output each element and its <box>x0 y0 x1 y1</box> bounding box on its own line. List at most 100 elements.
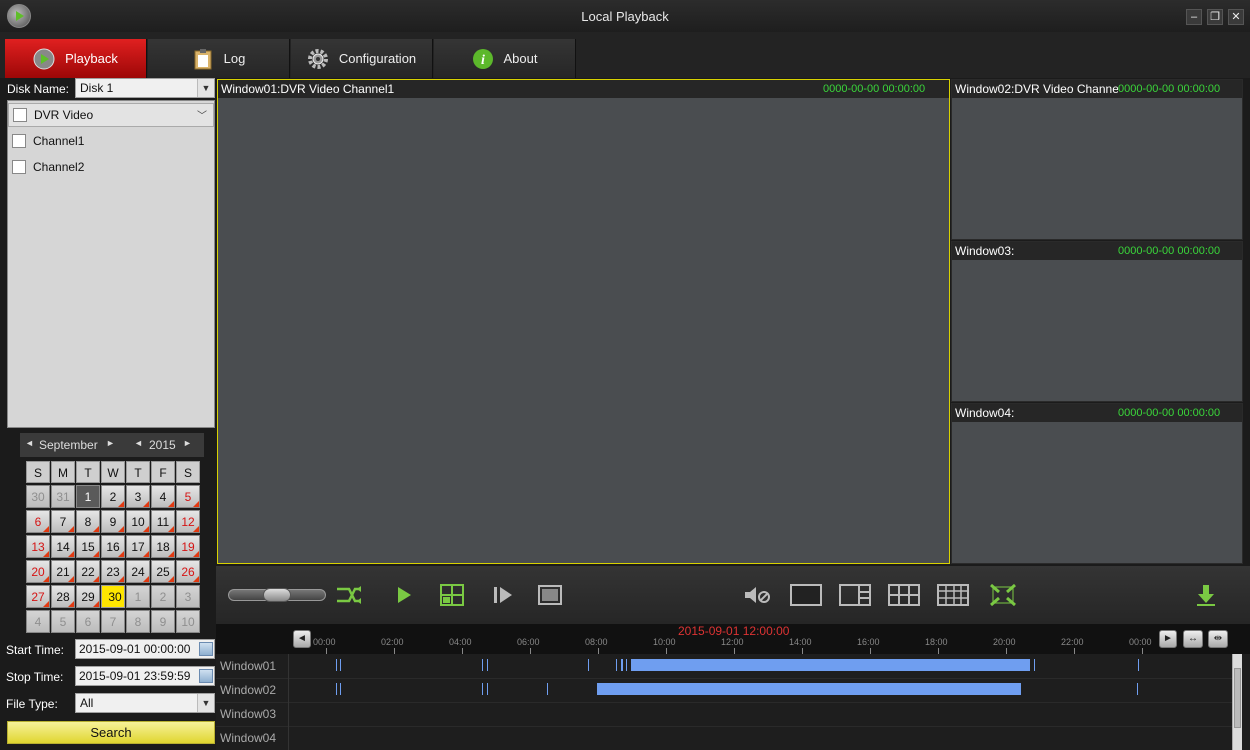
group-checkbox[interactable] <box>13 108 27 122</box>
timeline-row[interactable]: Window01 <box>216 654 1232 679</box>
recording-segment[interactable] <box>1121 683 1122 695</box>
mute-icon[interactable] <box>743 584 771 606</box>
layout-3-icon[interactable] <box>839 584 871 606</box>
recording-segment[interactable] <box>1107 659 1108 671</box>
calendar-day[interactable]: 22 <box>76 560 100 583</box>
recording-segment[interactable] <box>593 659 594 671</box>
recording-segment[interactable] <box>597 683 1022 695</box>
calendar-day[interactable]: 20 <box>26 560 50 583</box>
tree-item-channel1[interactable]: Channel1 <box>8 129 214 153</box>
recording-segment[interactable] <box>404 659 405 671</box>
recording-segment[interactable] <box>482 683 484 695</box>
calendar-day[interactable]: 17 <box>126 535 150 558</box>
calendar-day[interactable]: 19 <box>176 535 200 558</box>
calendar-day[interactable]: 2 <box>101 485 125 508</box>
calendar-day[interactable]: 14 <box>51 535 75 558</box>
recording-segment[interactable] <box>487 659 489 671</box>
calendar-day[interactable]: 21 <box>51 560 75 583</box>
disk-select[interactable]: Disk 1 ▼ <box>75 78 215 98</box>
timeline-axis[interactable]: ◄ 2015-09-01 12:00:00 00:00 02:00 04:00 06:… <box>216 624 1250 654</box>
stop-time-input[interactable]: 2015-09-01 23:59:59 <box>75 666 215 686</box>
minimize-button[interactable]: – <box>1186 9 1202 25</box>
prev-month-button[interactable]: ◄ <box>25 438 34 448</box>
recording-segment[interactable] <box>437 659 438 671</box>
recording-segment[interactable] <box>1137 683 1139 695</box>
tab-playback[interactable]: Playback <box>5 39 147 78</box>
recording-segment[interactable] <box>547 683 549 695</box>
calendar-day[interactable]: 3 <box>126 485 150 508</box>
layout-1-icon[interactable] <box>790 584 822 606</box>
calendar-day[interactable]: 5 <box>176 485 200 508</box>
calendar-day[interactable]: 16 <box>101 535 125 558</box>
tab-log[interactable]: Log <box>148 39 290 78</box>
recording-segment[interactable] <box>598 659 599 671</box>
calendar-day[interactable]: 8 <box>126 610 150 633</box>
recording-segment[interactable] <box>1051 683 1052 695</box>
recording-segment[interactable] <box>1113 659 1114 671</box>
recording-segment[interactable] <box>1064 683 1065 695</box>
recording-segment[interactable] <box>505 659 506 671</box>
start-time-input[interactable]: 2015-09-01 00:00:00 <box>75 639 215 659</box>
recording-segment[interactable] <box>588 659 590 671</box>
zoom-out-icon[interactable]: ↔ <box>1183 630 1203 648</box>
video-window-03[interactable]: Window03: 0000-00-00 00:00:00 <box>951 241 1243 402</box>
close-button[interactable]: ✕ <box>1228 9 1244 25</box>
recording-segment[interactable] <box>1099 659 1100 671</box>
calendar-day[interactable]: 24 <box>126 560 150 583</box>
timeline-row[interactable]: Window04 <box>216 726 1232 750</box>
video-window-01[interactable]: Window01:DVR Video Channel1 0000-00-00 0… <box>217 79 950 564</box>
tree-group-dvr-video[interactable]: DVR Video ﹀ <box>8 103 214 127</box>
recording-segment[interactable] <box>487 683 489 695</box>
file-type-select[interactable]: All ▼ <box>75 693 215 713</box>
calendar-day[interactable]: 30 <box>26 485 50 508</box>
calendar-day[interactable]: 6 <box>76 610 100 633</box>
recording-segment[interactable] <box>422 683 423 695</box>
recording-segment[interactable] <box>1138 659 1140 671</box>
calendar-day[interactable]: 12 <box>176 510 200 533</box>
calendar-day[interactable]: 10 <box>176 610 200 633</box>
tab-about[interactable]: i About <box>434 39 576 78</box>
recording-segment[interactable] <box>1034 659 1036 671</box>
download-icon[interactable] <box>1196 584 1216 606</box>
calendar-day[interactable]: 15 <box>76 535 100 558</box>
calendar-day[interactable]: 29 <box>76 585 100 608</box>
recording-segment[interactable] <box>616 659 618 671</box>
speed-slider[interactable] <box>228 588 326 602</box>
scrollbar-thumb[interactable] <box>1234 668 1241 728</box>
calendar-day[interactable]: 3 <box>176 585 200 608</box>
recording-segment[interactable] <box>521 659 522 671</box>
recording-segment[interactable] <box>1127 659 1128 671</box>
search-button[interactable]: Search <box>7 721 215 744</box>
recording-segment[interactable] <box>336 659 338 671</box>
chevron-down-icon[interactable]: ﹀ <box>197 107 207 122</box>
channel2-checkbox[interactable] <box>12 160 26 174</box>
calendar-day[interactable]: 13 <box>26 535 50 558</box>
next-year-button[interactable]: ► <box>183 438 192 448</box>
recording-segment[interactable] <box>482 659 484 671</box>
calendar-day[interactable]: 28 <box>51 585 75 608</box>
recording-segment[interactable] <box>1048 659 1049 671</box>
play-icon[interactable] <box>396 584 412 606</box>
recording-segment[interactable] <box>392 659 393 671</box>
timeline-prev-button[interactable]: ◄ <box>293 630 311 648</box>
video-window-04[interactable]: Window04: 0000-00-00 00:00:00 <box>951 403 1243 564</box>
calendar-day[interactable]: 8 <box>76 510 100 533</box>
calendar-day[interactable]: 23 <box>101 560 125 583</box>
multi-window-icon[interactable] <box>440 584 464 606</box>
prev-year-button[interactable]: ◄ <box>134 438 143 448</box>
recording-segment[interactable] <box>552 659 553 671</box>
step-forward-icon[interactable] <box>492 584 514 606</box>
recording-segment[interactable] <box>1102 683 1103 695</box>
calendar-day[interactable]: 4 <box>26 610 50 633</box>
video-window-02[interactable]: Window02:DVR Video Channe 0000-00-00 00:… <box>951 79 1243 240</box>
calendar-day[interactable]: 9 <box>101 510 125 533</box>
recording-segment[interactable] <box>421 659 422 671</box>
timeline-row[interactable]: Window03 <box>216 702 1232 727</box>
next-month-button[interactable]: ► <box>106 438 115 448</box>
calendar-day[interactable]: 25 <box>151 560 175 583</box>
tree-item-channel2[interactable]: Channel2 <box>8 155 214 179</box>
recording-segment[interactable] <box>594 683 595 695</box>
maximize-button[interactable]: ❐ <box>1207 9 1223 25</box>
recording-segment[interactable] <box>493 683 494 695</box>
timeline-row[interactable]: Window02 <box>216 678 1232 703</box>
